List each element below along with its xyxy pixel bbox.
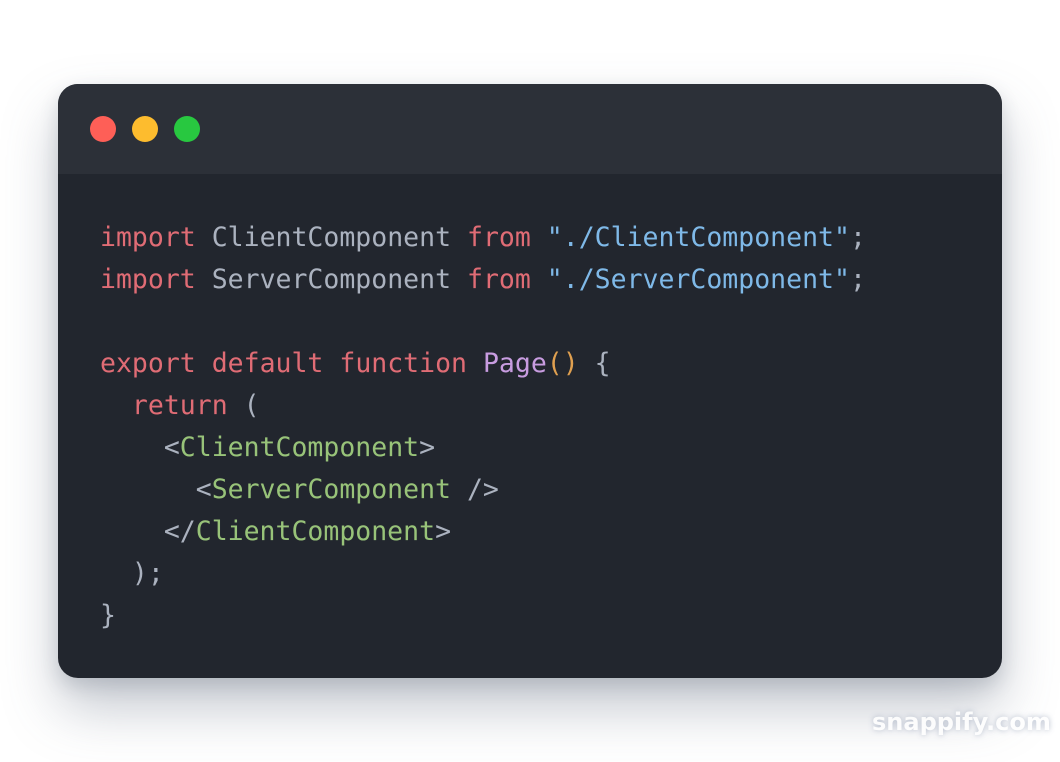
code-token: < (100, 432, 180, 463)
code-token: ServerComponent (211, 264, 452, 295)
code-line: import ServerComponent from "./ServerCom… (100, 259, 866, 301)
code-line: export default function Page() { (100, 343, 866, 385)
code-token: return (131, 390, 228, 421)
code-token: "./ServerComponent" (546, 264, 850, 295)
code-token: > (435, 516, 452, 547)
minimize-window-button[interactable] (132, 116, 158, 142)
zoom-window-button[interactable] (174, 116, 200, 142)
code-token: > (419, 432, 436, 463)
code-line: </ClientComponent> (100, 511, 866, 553)
code-token: from (467, 222, 531, 253)
code-line: } (100, 595, 866, 637)
code-line: ); (100, 553, 866, 595)
code-line: <ClientComponent> (100, 427, 866, 469)
code-token: Page (482, 348, 547, 379)
code-token: export (100, 348, 196, 379)
code-token: "./ClientComponent" (546, 222, 850, 253)
code-token: ServerComponent (211, 474, 452, 505)
code-token: ClientComponent (195, 516, 436, 547)
watermark: snappify.com (872, 708, 1051, 736)
close-window-button[interactable] (90, 116, 116, 142)
code-token: /> (451, 474, 499, 505)
code-line: return ( (100, 385, 866, 427)
code-token: ClientComponent (211, 222, 452, 253)
code-token: ( (227, 390, 260, 421)
code-token: function (339, 348, 467, 379)
canvas: import ClientComponent from "./ClientCom… (0, 0, 1060, 762)
code-token: from (467, 264, 531, 295)
code-token: } (100, 600, 116, 631)
code-token: import (100, 222, 196, 253)
code-token: ; (849, 264, 866, 295)
code-token: { (578, 348, 611, 379)
code-token: < (100, 474, 212, 505)
code-token: ClientComponent (179, 432, 420, 463)
code-token: </ (100, 516, 196, 547)
window-titlebar (58, 84, 1002, 174)
code-line: <ServerComponent /> (100, 469, 866, 511)
code-window: import ClientComponent from "./ClientCom… (58, 84, 1002, 678)
code-line: import ClientComponent from "./ClientCom… (100, 217, 866, 259)
code-token: ; (849, 222, 866, 253)
code-token: ); (100, 558, 164, 589)
code-token: default (211, 348, 324, 379)
code-token: () (546, 348, 579, 379)
code-block: import ClientComponent from "./ClientCom… (100, 217, 866, 637)
code-token: import (100, 264, 196, 295)
